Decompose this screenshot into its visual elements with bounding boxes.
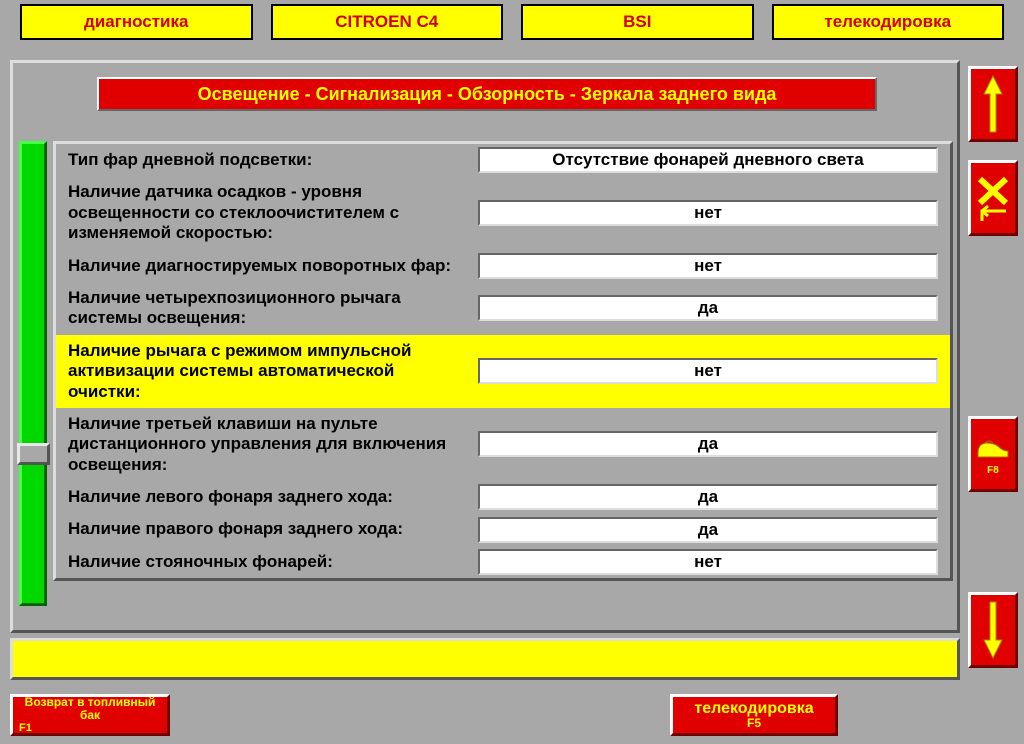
scrollbar-thumb[interactable] <box>17 443 50 465</box>
param-label: Наличие рычага с режимом импульсной акти… <box>68 337 468 406</box>
f1-key: F1 <box>19 722 32 734</box>
f1-line1: Возврат в топливный <box>25 696 156 709</box>
param-label: Наличие датчика осадков - уровня освещен… <box>68 178 468 247</box>
cross-return-icon <box>976 173 1010 223</box>
param-row[interactable]: Наличие диагностируемых поворотных фар: н… <box>56 250 950 282</box>
f5-label: телекодировка <box>694 700 813 718</box>
param-value[interactable]: да <box>478 431 938 457</box>
param-label: Наличие левого фонаря заднего хода: <box>68 483 468 511</box>
top-btn-vehicle[interactable]: CITROEN C4 <box>271 4 504 40</box>
param-value[interactable]: да <box>478 517 938 543</box>
arrow-down-icon <box>980 600 1006 660</box>
param-row[interactable]: Наличие правого фонаря заднего хода: да <box>56 513 950 545</box>
status-bar <box>10 638 960 680</box>
param-row[interactable]: Тип фар дневной подсветки: Отсутствие фон… <box>56 144 950 176</box>
param-label: Наличие третьей клавиши на пульте дистан… <box>68 410 468 479</box>
shoe-icon <box>975 433 1011 461</box>
param-row[interactable]: Наличие стояночных фонарей: нет <box>56 546 950 578</box>
param-value[interactable]: да <box>478 484 938 510</box>
param-value[interactable]: нет <box>478 358 938 384</box>
f1-line2: бак <box>80 709 100 722</box>
param-row[interactable]: Наличие левого фонаря заднего хода: да <box>56 481 950 513</box>
scroll-up-button[interactable] <box>968 66 1018 142</box>
param-row[interactable]: Наличие датчика осадков - уровня освещен… <box>56 176 950 249</box>
scrollbar-track[interactable] <box>19 141 47 606</box>
param-value[interactable]: да <box>478 295 938 321</box>
param-label: Наличие правого фонаря заднего хода: <box>68 515 468 543</box>
param-row[interactable]: Наличие рычага с режимом импульсной акти… <box>56 335 950 408</box>
arrow-up-icon <box>980 74 1006 134</box>
param-row[interactable]: Наличие третьей клавиши на пульте дистан… <box>56 408 950 481</box>
f8-label: F8 <box>987 465 999 476</box>
param-label: Тип фар дневной подсветки: <box>68 146 468 174</box>
param-row[interactable]: Наличие четырехпозиционного рычага систе… <box>56 282 950 335</box>
top-btn-diagnostics[interactable]: диагностика <box>20 4 253 40</box>
f1-back-button[interactable]: Возврат в топливный бак F1 <box>10 694 170 736</box>
reset-button[interactable] <box>968 160 1018 236</box>
top-btn-ecu[interactable]: BSI <box>521 4 754 40</box>
param-label: Наличие четырехпозиционного рычага систе… <box>68 284 468 333</box>
f5-telecoding-button[interactable]: телекодировка F5 <box>670 694 838 736</box>
param-value[interactable]: нет <box>478 549 938 575</box>
section-title: Освещение - Сигнализация - Обзорность - … <box>97 77 877 111</box>
param-value[interactable]: Отсутствие фонарей дневного света <box>478 147 938 173</box>
scroll-down-button[interactable] <box>968 592 1018 668</box>
params-table: Тип фар дневной подсветки: Отсутствие фон… <box>53 141 953 581</box>
param-label: Наличие диагностируемых поворотных фар: <box>68 252 468 280</box>
content-frame: Освещение - Сигнализация - Обзорность - … <box>10 60 960 633</box>
f8-button[interactable]: F8 <box>968 416 1018 492</box>
param-value[interactable]: нет <box>478 253 938 279</box>
param-value[interactable]: нет <box>478 200 938 226</box>
f5-key: F5 <box>747 717 761 730</box>
param-label: Наличие стояночных фонарей: <box>68 548 468 576</box>
top-btn-telecoding[interactable]: телекодировка <box>772 4 1005 40</box>
